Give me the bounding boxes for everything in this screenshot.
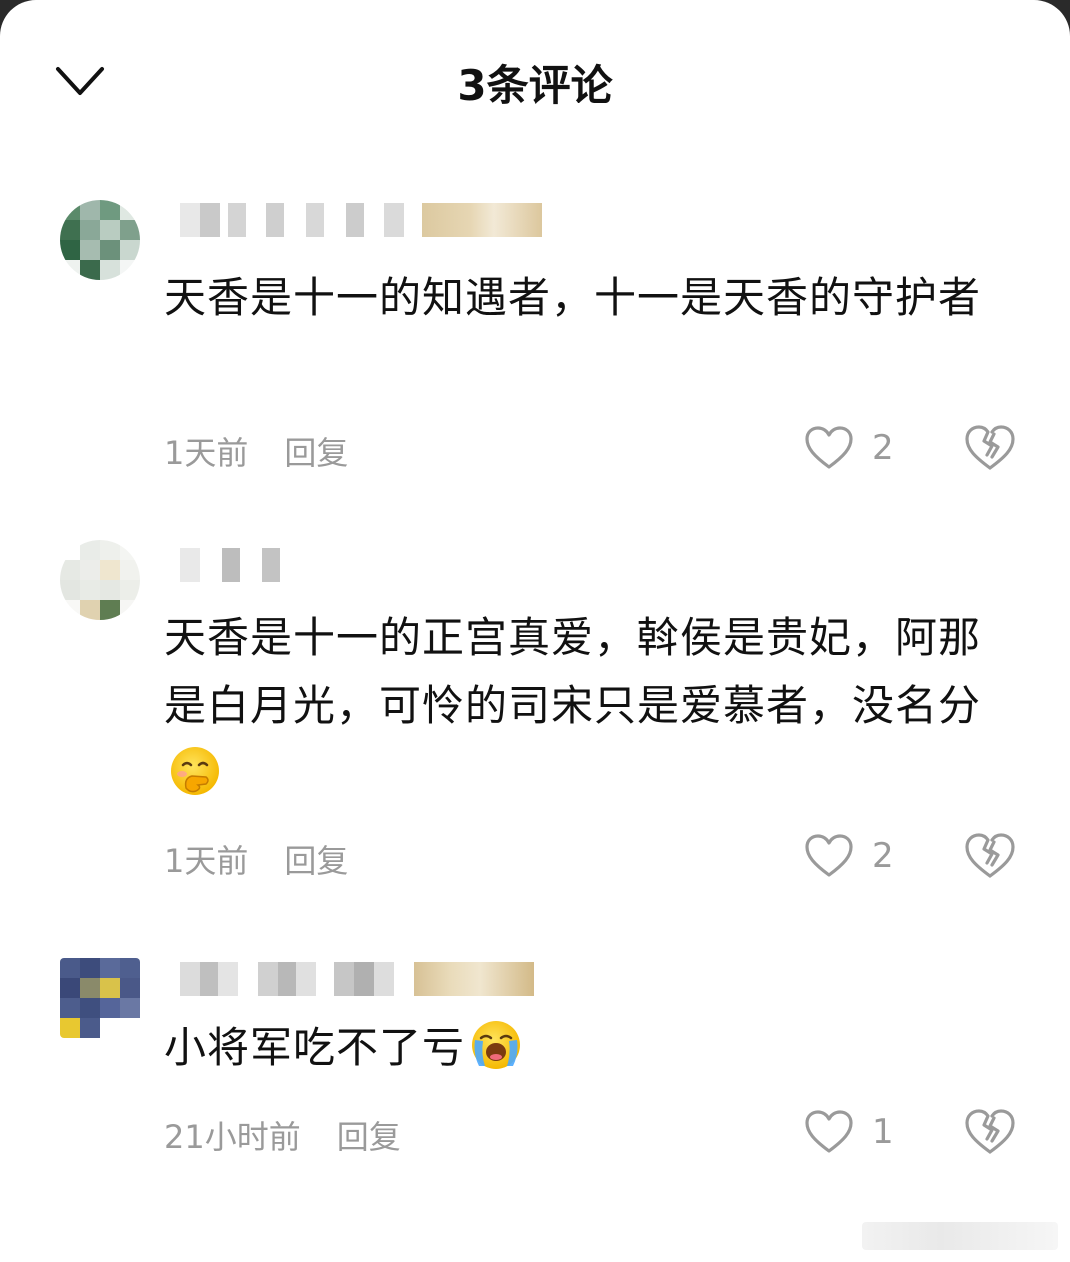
like-count: 2 — [872, 836, 894, 876]
comment-text: 小将军吃不了亏 — [164, 1014, 1004, 1082]
comment-time: 1天前 — [164, 434, 249, 472]
avatar[interactable] — [60, 200, 140, 280]
like-count: 1 — [872, 1112, 894, 1152]
broken-heart-icon — [965, 425, 1015, 470]
comment-text-content: 天香是十一的正宫真爱，斡侯是贵妃，阿那是白月光，可怜的司宋只是爱慕者，没名分 — [164, 613, 982, 730]
avatar[interactable] — [60, 958, 140, 1038]
comment-text: 天香是十一的正宫真爱，斡侯是贵妃，阿那是白月光，可怜的司宋只是爱慕者，没名分 — [164, 604, 1004, 808]
comment-meta: 1天前 回复 — [164, 836, 348, 882]
like-count: 2 — [872, 428, 894, 468]
heart-outline-icon — [805, 426, 853, 469]
username-blurred[interactable] — [180, 199, 542, 241]
dislike-button[interactable] — [962, 828, 1018, 884]
username-blurred[interactable] — [180, 544, 280, 586]
reply-button[interactable]: 回复 — [284, 428, 348, 474]
like-button[interactable]: 2 — [804, 828, 904, 884]
comments-sheet: 3条评论 天香是十一的知遇者，十一是天香的守护者 1天前 回复 2 天香是十一的… — [0, 0, 1070, 1262]
username-blurred[interactable] — [180, 958, 534, 1000]
dislike-button[interactable] — [962, 420, 1018, 476]
avatar[interactable] — [60, 540, 140, 620]
loudly-crying-face-icon — [472, 1021, 521, 1069]
heart-outline-icon — [805, 834, 853, 877]
reply-button[interactable]: 回复 — [337, 1112, 401, 1158]
like-button[interactable]: 2 — [804, 420, 904, 476]
comment-meta: 1天前 回复 — [164, 428, 348, 474]
page-title: 3条评论 — [457, 61, 613, 110]
watermark — [862, 1222, 1058, 1250]
comment-text: 天香是十一的知遇者，十一是天香的守护者 — [164, 273, 982, 322]
sheet-header: 3条评论 — [0, 0, 1070, 160]
broken-heart-icon — [965, 833, 1015, 878]
comment-text-content: 小将军吃不了亏 — [164, 1023, 466, 1072]
face-with-hand-over-mouth-icon — [171, 747, 219, 795]
heart-outline-icon — [805, 1110, 853, 1153]
like-button[interactable]: 1 — [804, 1104, 904, 1160]
broken-heart-icon — [965, 1109, 1015, 1154]
dislike-button[interactable] — [962, 1104, 1018, 1160]
comment-time: 1天前 — [164, 842, 249, 880]
reply-button[interactable]: 回复 — [284, 836, 348, 882]
comment-meta: 21小时前 回复 — [164, 1112, 401, 1158]
comment-time: 21小时前 — [164, 1118, 301, 1156]
